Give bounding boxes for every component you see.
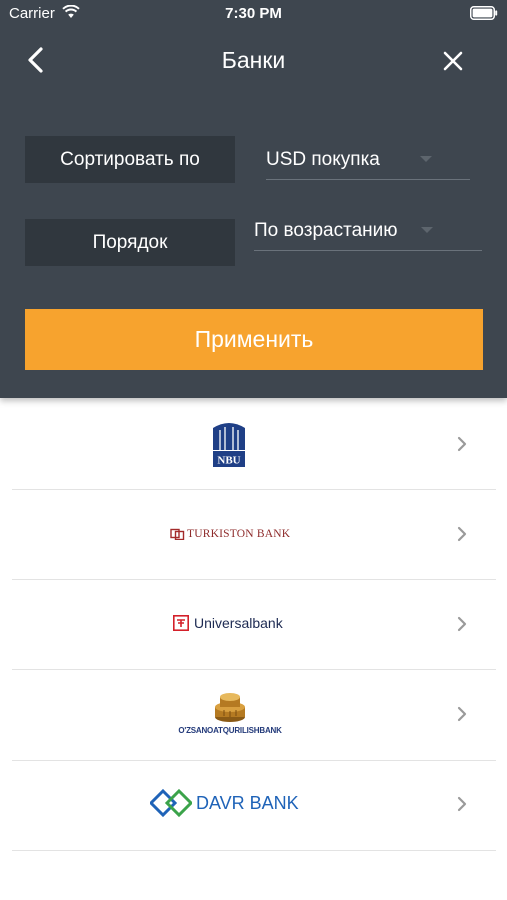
chevron-right-icon [457, 616, 467, 632]
page-title: Банки [221, 47, 286, 73]
row-divider [12, 850, 496, 851]
sort-by-label: Сортировать по [25, 136, 235, 183]
list-item-nbu[interactable]: NBU [0, 398, 507, 488]
nbu-logo: NBU [212, 420, 246, 468]
ozsanoatqurilishbank-logo: O'ZSANOATQURILISHBANK [178, 688, 282, 735]
order-dropdown[interactable]: По возрастанию [254, 211, 482, 251]
coin-stack-icon [215, 693, 245, 722]
davr-bank-logo-text: DAVR BANK [196, 792, 299, 813]
caret-down-icon [420, 156, 432, 162]
status-bar: Carrier 7:30 PM [0, 0, 507, 28]
list-item-turkiston-bank[interactable]: TURKISTON BANK [0, 490, 507, 580]
battery-icon [470, 6, 498, 20]
turkiston-bank-emblem-icon [170, 528, 185, 540]
nbu-logo-text: NBU [217, 455, 240, 467]
davr-bank-emblem-icon [150, 788, 192, 818]
list-item-davr-bank[interactable]: DAVR BANK [0, 761, 507, 851]
list-item-ozsanoatqurilishbank[interactable]: O'ZSANOATQURILISHBANK [0, 670, 507, 760]
list-item-universalbank[interactable]: Universalbank [0, 580, 507, 670]
davr-bank-logo: DAVR BANK [150, 788, 299, 818]
caret-down-icon [421, 227, 433, 233]
apply-button[interactable]: Применить [25, 309, 483, 370]
universalbank-emblem-icon [173, 615, 189, 631]
chevron-right-icon [457, 526, 467, 542]
status-time: 7:30 PM [225, 5, 282, 22]
filter-panel: Carrier 7:30 PM Банки Сортировать по USD… [0, 0, 507, 398]
order-value: По возрастанию [254, 220, 398, 241]
chevron-right-icon [457, 796, 467, 812]
turkiston-bank-logo-text: TURKISTON BANK [187, 528, 291, 540]
chevron-right-icon [457, 706, 467, 722]
chevron-right-icon [457, 436, 467, 452]
ozsanoatqurilishbank-logo-text: O'ZSANOATQURILISHBANK [178, 726, 282, 735]
turkiston-bank-logo: TURKISTON BANK [170, 526, 290, 542]
universalbank-logo-text: Universalbank [194, 615, 283, 631]
sort-by-value: USD покупка [266, 149, 380, 170]
sort-by-dropdown[interactable]: USD покупка [266, 140, 470, 180]
order-label: Порядок [25, 219, 235, 266]
close-icon[interactable] [440, 48, 466, 74]
universalbank-logo: Universalbank [173, 614, 283, 632]
